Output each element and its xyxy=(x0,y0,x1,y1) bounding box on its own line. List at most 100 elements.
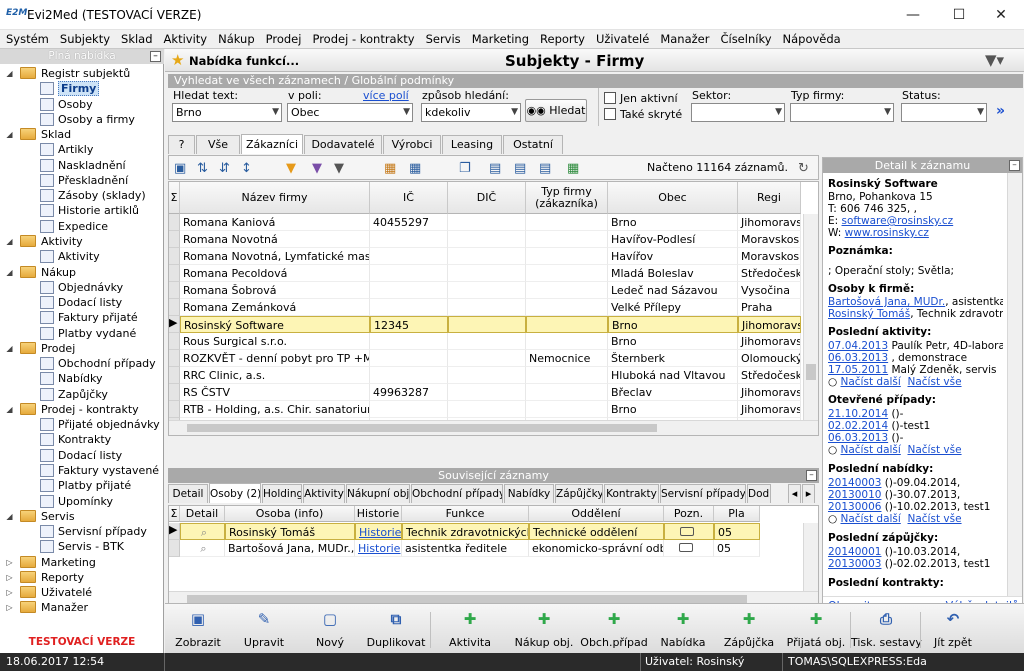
web-link[interactable]: www.rosinsky.cz xyxy=(845,227,929,239)
sort-asc-icon[interactable]: ⇅ xyxy=(197,161,208,176)
related-tab[interactable]: Detail xyxy=(168,484,208,503)
row-indicator[interactable] xyxy=(169,350,180,367)
vertical-scrollbar[interactable] xyxy=(803,523,818,592)
sidebar-item[interactable]: ▷ Manažer xyxy=(0,600,164,615)
collapse-icon[interactable]: ◢ xyxy=(5,512,14,521)
related-tab[interactable]: Aktivity xyxy=(303,484,345,503)
related-tab[interactable]: Dod. xyxy=(747,484,771,503)
sidebar-item[interactable]: ▷ Marketing xyxy=(0,555,164,570)
offer-link[interactable]: 20130010 xyxy=(828,489,881,501)
column-header[interactable]: Název firmy xyxy=(180,182,370,214)
mode-select[interactable]: kdekoliv ▼ xyxy=(421,103,521,122)
sidebar-item[interactable]: Dodací listy xyxy=(0,295,164,310)
sidebar-item[interactable]: Naskladnění xyxy=(0,158,164,173)
column-header[interactable]: Detail xyxy=(180,506,225,522)
tab[interactable]: Dodavatelé xyxy=(304,135,382,154)
row-indicator[interactable] xyxy=(169,384,180,401)
action-button[interactable]: ▢ Nový xyxy=(299,604,361,654)
sidebar-item[interactable]: Nabídky xyxy=(0,371,164,386)
chevron-down-icon[interactable]: ▼ xyxy=(272,104,279,121)
columns-icon[interactable]: ▦ xyxy=(384,161,396,176)
sidebar-item[interactable]: Firmy xyxy=(0,81,164,97)
menu-item[interactable]: Servis xyxy=(420,30,466,46)
menu-item[interactable]: Číselníky xyxy=(714,30,776,46)
offer-link[interactable]: 20140003 xyxy=(828,477,881,489)
menu-item[interactable]: Reporty xyxy=(534,30,590,46)
sidebar-item[interactable]: Objednávky xyxy=(0,280,164,295)
tab[interactable]: Výrobci xyxy=(383,135,441,154)
menu-item[interactable]: Uživatelé xyxy=(590,30,654,46)
sidebar-item[interactable]: Artikly xyxy=(0,142,164,157)
sidebar-item[interactable]: Aktivity xyxy=(0,249,164,264)
load-all-link[interactable]: Načíst vše xyxy=(908,444,962,456)
activity-link[interactable]: 07.04.2013 xyxy=(828,340,888,352)
filter-clear-icon[interactable]: ▼ xyxy=(334,161,344,176)
note-icon[interactable] xyxy=(680,527,694,536)
row-indicator[interactable] xyxy=(169,401,180,418)
expand-icon[interactable]: ▷ xyxy=(5,603,14,612)
load-all-link[interactable]: Načíst vše xyxy=(908,513,962,525)
loan-link[interactable]: 20130003 xyxy=(828,558,881,570)
related-tab[interactable]: Nabídky xyxy=(504,484,554,503)
table-row[interactable]: RTB - Holding, a.s. Chir. sanatorium Brno… xyxy=(169,401,801,418)
row-indicator[interactable] xyxy=(169,265,180,282)
person-link[interactable]: Bartošová Jana, MUDr. xyxy=(828,296,945,308)
menu-item[interactable]: Nákup xyxy=(212,30,260,46)
star-icon[interactable]: ★ xyxy=(171,51,184,69)
sidebar-item[interactable]: Přijaté objednávky xyxy=(0,417,164,432)
search-text-input[interactable]: Brno ▼ xyxy=(172,103,282,122)
sidebar-item[interactable]: Expedice xyxy=(0,219,164,234)
column-header[interactable]: Regi xyxy=(738,182,801,214)
table-row[interactable]: ▶Rosinský Software12345 BrnoJihomoravský xyxy=(169,316,801,333)
sector-select[interactable]: ▼ xyxy=(691,103,785,122)
action-button[interactable]: ✚ Nabídka xyxy=(649,604,717,654)
chevron-down-icon[interactable]: ▼ xyxy=(977,104,984,121)
chevron-down-icon[interactable]: ▼ xyxy=(403,104,410,121)
sidebar-item[interactable]: ◢ Sklad xyxy=(0,127,164,142)
sidebar-item[interactable]: ◢ Prodej xyxy=(0,341,164,356)
column-header[interactable]: Pozn. xyxy=(664,506,714,522)
related-tab[interactable]: Kontrakty xyxy=(604,484,659,503)
column-header[interactable]: Σ xyxy=(169,506,180,522)
column-header[interactable]: DIČ xyxy=(448,182,526,214)
menu-item[interactable]: Marketing xyxy=(466,30,534,46)
menu-item[interactable]: Prodej - kontrakty xyxy=(306,30,419,46)
action-button[interactable]: ✚ Přijatá obj. xyxy=(781,604,851,654)
sidebar-item[interactable]: Osoby xyxy=(0,97,164,112)
sidebar-item[interactable]: Upomínky xyxy=(0,494,164,509)
menu-item[interactable]: Nápověda xyxy=(777,30,846,46)
note-icon[interactable] xyxy=(679,543,693,552)
table-row[interactable]: Rous Surgical s.r.o. BrnoJihomoravský xyxy=(169,333,801,350)
table-row[interactable]: ▶ ⌕ Rosinský Tomáš Historie Technik zdravotn… xyxy=(169,523,801,540)
print-grid-icon[interactable]: ▤ xyxy=(539,161,551,176)
sort-icon[interactable]: ↕ xyxy=(241,161,252,176)
action-button[interactable]: ✎ Upravit xyxy=(229,604,299,654)
case-link[interactable]: 06.03.2013 xyxy=(828,432,888,444)
loan-link[interactable]: 20140001 xyxy=(828,546,881,558)
only-active-checkbox[interactable] xyxy=(604,92,616,104)
table-row[interactable]: Romana Novotná Havířov-PodlesíMoravskosle… xyxy=(169,231,801,248)
action-button[interactable]: ✚ Zápůjčka xyxy=(717,604,781,654)
action-button[interactable]: ↶ Jít zpět xyxy=(921,604,985,654)
collapse-icon[interactable]: – xyxy=(806,470,817,481)
column-header[interactable]: Oddělení xyxy=(529,506,664,522)
table-row[interactable]: Romana Zemánková Velké Přílepy Praha xyxy=(169,299,801,316)
row-indicator[interactable] xyxy=(169,333,180,350)
chevron-down-icon[interactable]: ▼ xyxy=(884,104,891,121)
refresh-icon[interactable]: ↻ xyxy=(798,161,809,176)
email-link[interactable]: software@rosinsky.cz xyxy=(842,215,954,227)
history-link[interactable]: Historie xyxy=(355,540,402,557)
expand-icon[interactable]: ▷ xyxy=(5,588,14,597)
column-header[interactable]: Typ firmy (zákazníka) xyxy=(526,182,608,214)
related-tab[interactable]: Osoby (2) xyxy=(209,483,261,503)
collapse-icon[interactable]: ◢ xyxy=(5,344,14,353)
chevron-down-icon[interactable]: ▼ xyxy=(511,104,518,121)
settings-grid-icon[interactable]: ▦ xyxy=(409,161,421,176)
more-filters-icon[interactable]: » xyxy=(996,103,1005,119)
sidebar-item[interactable]: ◢ Registr subjektů xyxy=(0,66,164,81)
row-indicator[interactable]: ▶ xyxy=(169,316,180,333)
collapse-icon[interactable]: ◢ xyxy=(5,405,14,414)
row-indicator[interactable]: ▶ xyxy=(169,523,180,540)
more-fields-link[interactable]: více polí xyxy=(363,89,409,102)
tab[interactable]: Zákazníci xyxy=(241,134,303,154)
